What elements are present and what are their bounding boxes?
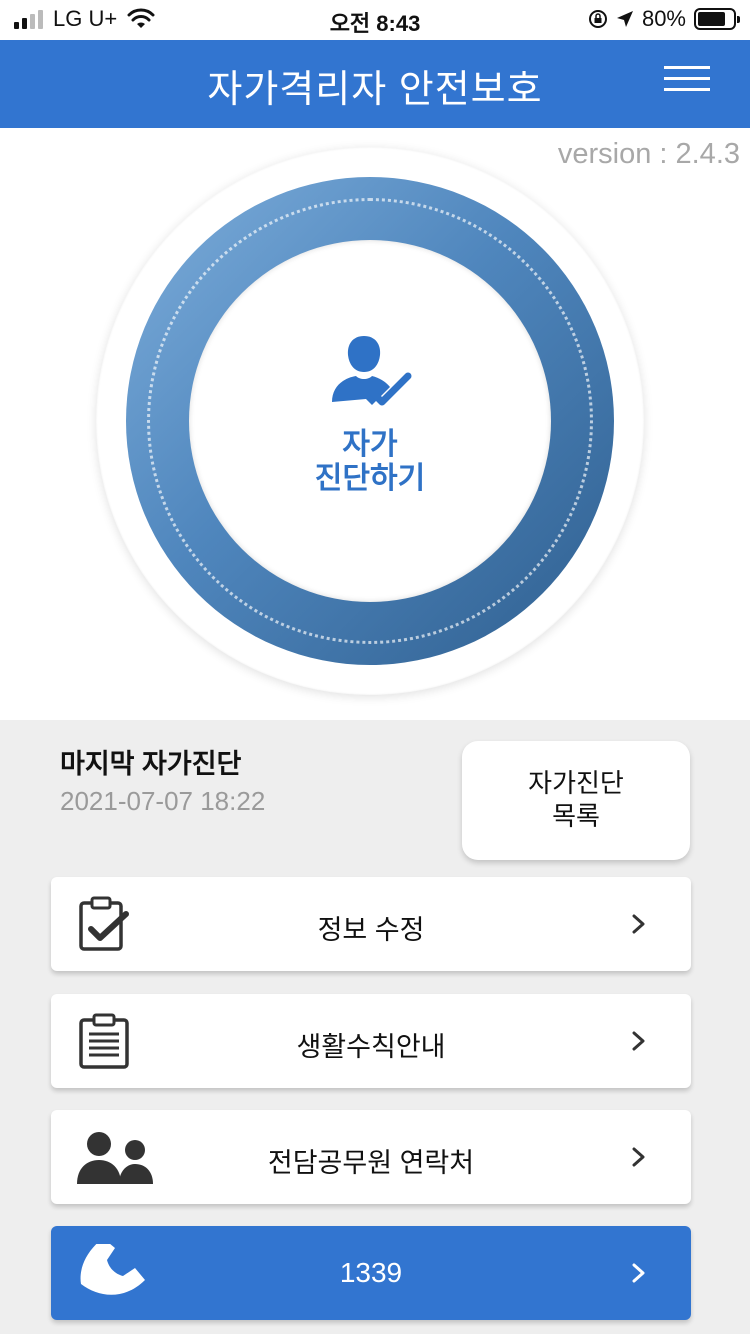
menu-item-label: 생활수칙안내 xyxy=(296,1032,446,1062)
rotation-lock-icon xyxy=(588,10,607,28)
chevron-right-icon xyxy=(632,1147,645,1167)
menu-item-label: 전담공무원 연락처 xyxy=(267,1148,475,1178)
menu-icon-line xyxy=(664,88,710,91)
menu-item-call-1339[interactable]: 1339 xyxy=(51,1226,691,1320)
menu-icon-line xyxy=(664,66,710,69)
chevron-right-icon xyxy=(632,1263,645,1283)
menu-item-label: 1339 xyxy=(339,1257,403,1288)
last-check-datetime: 2021-07-07 18:22 xyxy=(60,786,266,816)
chevron-right-icon xyxy=(632,1031,645,1051)
hamburger-menu-button[interactable] xyxy=(664,66,710,102)
chevron-right-icon xyxy=(632,914,645,934)
self-check-label: 자가 진단하기 xyxy=(314,428,426,495)
menu-icon-line xyxy=(664,77,710,80)
self-check-button[interactable]: 자가 진단하기 xyxy=(189,240,551,602)
user-check-icon xyxy=(332,336,412,406)
battery-icon xyxy=(694,8,740,30)
check-list-button[interactable]: 자가진단 목록 xyxy=(462,741,690,860)
menu-item-edit-info[interactable]: 정보 수정 xyxy=(51,877,691,971)
menu-item-label: 정보 수정 xyxy=(317,915,425,945)
menu-item-officer-contact[interactable]: 전담공무원 연락처 xyxy=(51,1110,691,1204)
battery-percent: 80% xyxy=(641,6,686,31)
app-header: 자가격리자 안전보호 xyxy=(0,40,750,128)
last-check-title: 마지막 자가진단 xyxy=(60,749,242,779)
status-bar: LG U+ 오전 8:43 80% xyxy=(0,0,750,40)
page-title: 자가격리자 안전보호 xyxy=(207,69,543,111)
menu-item-life-rules[interactable]: 생활수칙안내 xyxy=(51,994,691,1088)
version-label: version : 2.4.3 xyxy=(557,138,740,170)
location-arrow-icon xyxy=(616,11,633,27)
